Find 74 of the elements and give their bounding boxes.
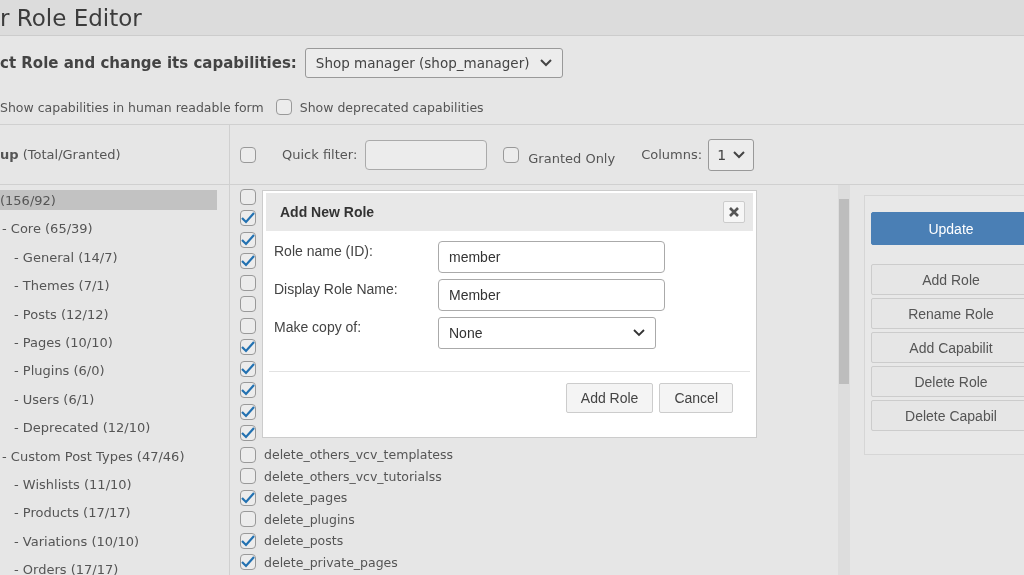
chevron-down-icon: [539, 59, 552, 67]
action-button[interactable]: Delete Capabil: [871, 400, 1024, 431]
group-item[interactable]: - Variations (10/10): [0, 530, 217, 560]
action-button[interactable]: Rename Role: [871, 298, 1024, 329]
text-field[interactable]: Member: [438, 279, 665, 311]
capability-checkbox[interactable]: [240, 360, 256, 377]
capability-checkbox[interactable]: [240, 231, 256, 248]
group-item[interactable]: - Pages (10/10): [0, 331, 217, 361]
chevron-down-icon: [733, 150, 746, 159]
capability-name: delete_posts: [264, 533, 344, 549]
group-item[interactable]: - General (14/7): [0, 246, 217, 276]
group-item[interactable]: - Deprecated (12/10): [0, 417, 217, 446]
action-button[interactable]: Add Capabilit: [871, 332, 1024, 363]
close-button[interactable]: [723, 201, 745, 223]
capability-checkbox[interactable]: [240, 468, 256, 485]
granted-only-checkbox[interactable]: [503, 146, 520, 163]
dialog-button[interactable]: Add Role: [565, 383, 654, 413]
columns-label: Columns:: [641, 147, 703, 162]
dialog-button[interactable]: Cancel: [659, 383, 733, 413]
scrollbar[interactable]: [838, 185, 850, 575]
group-item[interactable]: - Wishlists (11/10): [0, 473, 217, 503]
capability-checkbox[interactable]: [240, 210, 256, 227]
group-item[interactable]: - Users (6/1): [0, 388, 217, 418]
action-button[interactable]: Delete Role: [871, 366, 1024, 397]
quick-filter-field[interactable]: [365, 139, 488, 170]
group-item[interactable]: - Orders (17/17): [0, 559, 217, 575]
role-select-label: ct Role and change its capabilities:: [0, 54, 297, 72]
group-item[interactable]: - Posts (12/12): [0, 303, 217, 332]
field-label: Display Role Name:: [274, 280, 399, 297]
update-button[interactable]: Update: [871, 212, 1024, 245]
capability-checkbox[interactable]: [240, 317, 256, 334]
capability-checkbox[interactable]: [240, 253, 256, 270]
capability-name: delete_others_vcv_tutorialss: [264, 468, 442, 484]
capability-checkbox[interactable]: [240, 339, 256, 356]
quick-filter-label: Quick filter:: [282, 147, 358, 162]
capability-checkbox[interactable]: [240, 382, 256, 399]
group-item[interactable]: (156/92): [0, 190, 217, 210]
text-field[interactable]: member: [438, 241, 665, 273]
capability-name: delete_others_vcv_templatess: [264, 447, 454, 463]
capability-checkbox[interactable]: [240, 554, 256, 571]
capability-checkbox[interactable]: [240, 446, 256, 463]
copy-select[interactable]: None: [438, 317, 656, 349]
dialog-title: Add New Role: [280, 204, 375, 220]
capability-name: delete_pages: [264, 490, 348, 506]
capability-name: delete_private_pages: [264, 554, 398, 570]
capability-checkbox[interactable]: [240, 489, 256, 506]
group-item[interactable]: - Themes (7/1): [0, 275, 217, 304]
chevron-down-icon: [633, 329, 645, 337]
capability-checkbox[interactable]: [240, 511, 256, 528]
scrollbar-thumb[interactable]: [839, 199, 849, 384]
capability-checkbox[interactable]: [240, 296, 256, 313]
field-label: Role name (ID):: [274, 242, 374, 259]
group-item[interactable]: - Custom Post Types (47/46): [0, 445, 217, 474]
groups-header: up (Total/Granted): [0, 147, 121, 162]
capability-checkbox[interactable]: [240, 188, 256, 205]
page-title: r Role Editor: [0, 4, 142, 31]
group-item[interactable]: - Plugins (6/0): [0, 360, 217, 389]
capability-name: delete_plugins: [264, 511, 355, 527]
group-item[interactable]: - Core (65/39): [0, 218, 217, 247]
checkbox[interactable]: [275, 99, 292, 115]
group-item[interactable]: - Products (17/17): [0, 502, 217, 531]
capability-checkbox[interactable]: [240, 274, 256, 291]
option-label: Show deprecated capabilities: [299, 99, 484, 115]
granted-only-label: Granted Only: [528, 151, 616, 166]
capability-checkbox[interactable]: [240, 403, 256, 420]
close-icon: [729, 207, 739, 217]
columns-select[interactable]: 1: [708, 138, 755, 171]
capability-checkbox[interactable]: [240, 532, 256, 549]
action-button[interactable]: Add Role: [871, 264, 1024, 295]
option-label: Show capabilities in human readable form: [0, 99, 264, 115]
field-label: Make copy of:: [274, 318, 363, 335]
select-all-checkbox[interactable]: [240, 146, 256, 163]
capability-checkbox[interactable]: [240, 425, 256, 442]
role-select[interactable]: Shop manager (shop_manager): [304, 48, 563, 78]
